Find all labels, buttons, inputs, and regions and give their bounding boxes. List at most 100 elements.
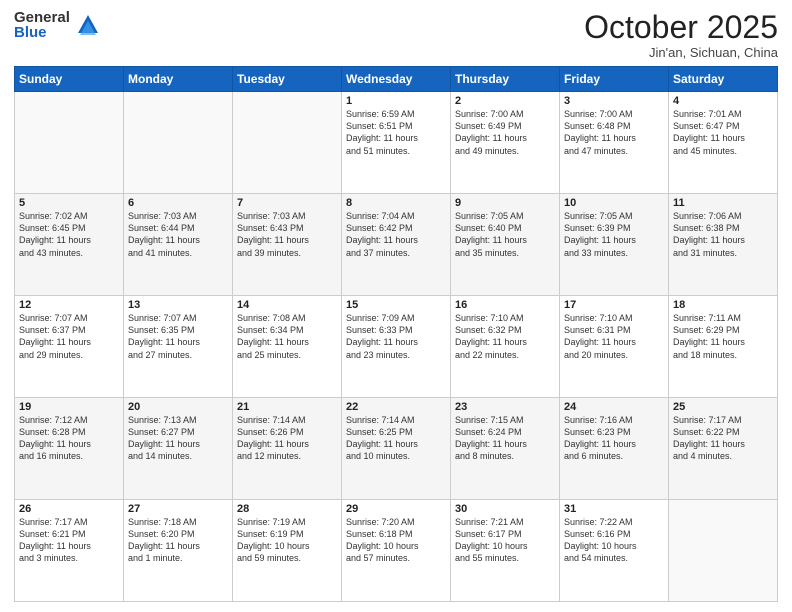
day-number: 13: [128, 299, 228, 311]
day-info: Sunrise: 7:06 AM Sunset: 6:38 PM Dayligh…: [673, 210, 773, 259]
logo-text: General Blue: [14, 10, 70, 40]
table-row: 20Sunrise: 7:13 AM Sunset: 6:27 PM Dayli…: [124, 398, 233, 500]
table-row: 13Sunrise: 7:07 AM Sunset: 6:35 PM Dayli…: [124, 296, 233, 398]
day-info: Sunrise: 7:10 AM Sunset: 6:31 PM Dayligh…: [564, 312, 664, 361]
calendar-week-row: 5Sunrise: 7:02 AM Sunset: 6:45 PM Daylig…: [15, 194, 778, 296]
table-row: 19Sunrise: 7:12 AM Sunset: 6:28 PM Dayli…: [15, 398, 124, 500]
day-info: Sunrise: 7:22 AM Sunset: 6:16 PM Dayligh…: [564, 516, 664, 565]
day-number: 30: [455, 503, 555, 515]
day-number: 29: [346, 503, 446, 515]
table-row: 16Sunrise: 7:10 AM Sunset: 6:32 PM Dayli…: [451, 296, 560, 398]
table-row: 12Sunrise: 7:07 AM Sunset: 6:37 PM Dayli…: [15, 296, 124, 398]
calendar-week-row: 1Sunrise: 6:59 AM Sunset: 6:51 PM Daylig…: [15, 92, 778, 194]
day-number: 6: [128, 197, 228, 209]
table-row: 9Sunrise: 7:05 AM Sunset: 6:40 PM Daylig…: [451, 194, 560, 296]
day-info: Sunrise: 6:59 AM Sunset: 6:51 PM Dayligh…: [346, 108, 446, 157]
table-row: 1Sunrise: 6:59 AM Sunset: 6:51 PM Daylig…: [342, 92, 451, 194]
table-row: 28Sunrise: 7:19 AM Sunset: 6:19 PM Dayli…: [233, 500, 342, 602]
day-info: Sunrise: 7:04 AM Sunset: 6:42 PM Dayligh…: [346, 210, 446, 259]
day-number: 2: [455, 95, 555, 107]
table-row: 7Sunrise: 7:03 AM Sunset: 6:43 PM Daylig…: [233, 194, 342, 296]
calendar-week-row: 26Sunrise: 7:17 AM Sunset: 6:21 PM Dayli…: [15, 500, 778, 602]
table-row: [15, 92, 124, 194]
calendar-header-row: Sunday Monday Tuesday Wednesday Thursday…: [15, 67, 778, 92]
col-tuesday: Tuesday: [233, 67, 342, 92]
page-container: General Blue October 2025 Jin'an, Sichua…: [0, 0, 792, 612]
day-number: 23: [455, 401, 555, 413]
day-number: 7: [237, 197, 337, 209]
col-wednesday: Wednesday: [342, 67, 451, 92]
table-row: 27Sunrise: 7:18 AM Sunset: 6:20 PM Dayli…: [124, 500, 233, 602]
calendar-table: Sunday Monday Tuesday Wednesday Thursday…: [14, 66, 778, 602]
day-info: Sunrise: 7:07 AM Sunset: 6:35 PM Dayligh…: [128, 312, 228, 361]
day-info: Sunrise: 7:14 AM Sunset: 6:26 PM Dayligh…: [237, 414, 337, 463]
day-info: Sunrise: 7:18 AM Sunset: 6:20 PM Dayligh…: [128, 516, 228, 565]
col-sunday: Sunday: [15, 67, 124, 92]
day-number: 31: [564, 503, 664, 515]
day-number: 4: [673, 95, 773, 107]
table-row: 8Sunrise: 7:04 AM Sunset: 6:42 PM Daylig…: [342, 194, 451, 296]
table-row: 25Sunrise: 7:17 AM Sunset: 6:22 PM Dayli…: [669, 398, 778, 500]
day-number: 11: [673, 197, 773, 209]
calendar-body: 1Sunrise: 6:59 AM Sunset: 6:51 PM Daylig…: [15, 92, 778, 602]
table-row: 3Sunrise: 7:00 AM Sunset: 6:48 PM Daylig…: [560, 92, 669, 194]
day-number: 20: [128, 401, 228, 413]
logo-general: General: [14, 10, 70, 25]
day-info: Sunrise: 7:09 AM Sunset: 6:33 PM Dayligh…: [346, 312, 446, 361]
day-number: 14: [237, 299, 337, 311]
day-info: Sunrise: 7:17 AM Sunset: 6:21 PM Dayligh…: [19, 516, 119, 565]
table-row: [124, 92, 233, 194]
day-number: 27: [128, 503, 228, 515]
table-row: 2Sunrise: 7:00 AM Sunset: 6:49 PM Daylig…: [451, 92, 560, 194]
day-number: 12: [19, 299, 119, 311]
table-row: 15Sunrise: 7:09 AM Sunset: 6:33 PM Dayli…: [342, 296, 451, 398]
day-info: Sunrise: 7:00 AM Sunset: 6:48 PM Dayligh…: [564, 108, 664, 157]
day-info: Sunrise: 7:20 AM Sunset: 6:18 PM Dayligh…: [346, 516, 446, 565]
table-row: 14Sunrise: 7:08 AM Sunset: 6:34 PM Dayli…: [233, 296, 342, 398]
col-saturday: Saturday: [669, 67, 778, 92]
day-info: Sunrise: 7:05 AM Sunset: 6:39 PM Dayligh…: [564, 210, 664, 259]
day-info: Sunrise: 7:02 AM Sunset: 6:45 PM Dayligh…: [19, 210, 119, 259]
table-row: 26Sunrise: 7:17 AM Sunset: 6:21 PM Dayli…: [15, 500, 124, 602]
logo-blue: Blue: [14, 25, 70, 40]
table-row: 18Sunrise: 7:11 AM Sunset: 6:29 PM Dayli…: [669, 296, 778, 398]
col-thursday: Thursday: [451, 67, 560, 92]
day-number: 3: [564, 95, 664, 107]
day-info: Sunrise: 7:12 AM Sunset: 6:28 PM Dayligh…: [19, 414, 119, 463]
day-info: Sunrise: 7:17 AM Sunset: 6:22 PM Dayligh…: [673, 414, 773, 463]
calendar-week-row: 19Sunrise: 7:12 AM Sunset: 6:28 PM Dayli…: [15, 398, 778, 500]
logo-icon: [74, 11, 102, 39]
table-row: 17Sunrise: 7:10 AM Sunset: 6:31 PM Dayli…: [560, 296, 669, 398]
day-info: Sunrise: 7:00 AM Sunset: 6:49 PM Dayligh…: [455, 108, 555, 157]
day-info: Sunrise: 7:16 AM Sunset: 6:23 PM Dayligh…: [564, 414, 664, 463]
day-number: 24: [564, 401, 664, 413]
day-info: Sunrise: 7:13 AM Sunset: 6:27 PM Dayligh…: [128, 414, 228, 463]
day-number: 21: [237, 401, 337, 413]
table-row: 5Sunrise: 7:02 AM Sunset: 6:45 PM Daylig…: [15, 194, 124, 296]
day-number: 9: [455, 197, 555, 209]
day-number: 16: [455, 299, 555, 311]
header: General Blue October 2025 Jin'an, Sichua…: [14, 10, 778, 60]
table-row: 4Sunrise: 7:01 AM Sunset: 6:47 PM Daylig…: [669, 92, 778, 194]
table-row: 6Sunrise: 7:03 AM Sunset: 6:44 PM Daylig…: [124, 194, 233, 296]
day-number: 26: [19, 503, 119, 515]
table-row: 31Sunrise: 7:22 AM Sunset: 6:16 PM Dayli…: [560, 500, 669, 602]
month-title: October 2025: [584, 10, 778, 45]
day-number: 28: [237, 503, 337, 515]
day-number: 5: [19, 197, 119, 209]
col-monday: Monday: [124, 67, 233, 92]
day-number: 10: [564, 197, 664, 209]
table-row: [233, 92, 342, 194]
location-subtitle: Jin'an, Sichuan, China: [584, 45, 778, 60]
day-info: Sunrise: 7:08 AM Sunset: 6:34 PM Dayligh…: [237, 312, 337, 361]
day-info: Sunrise: 7:21 AM Sunset: 6:17 PM Dayligh…: [455, 516, 555, 565]
day-info: Sunrise: 7:15 AM Sunset: 6:24 PM Dayligh…: [455, 414, 555, 463]
calendar-week-row: 12Sunrise: 7:07 AM Sunset: 6:37 PM Dayli…: [15, 296, 778, 398]
day-number: 1: [346, 95, 446, 107]
day-info: Sunrise: 7:11 AM Sunset: 6:29 PM Dayligh…: [673, 312, 773, 361]
day-info: Sunrise: 7:07 AM Sunset: 6:37 PM Dayligh…: [19, 312, 119, 361]
table-row: 11Sunrise: 7:06 AM Sunset: 6:38 PM Dayli…: [669, 194, 778, 296]
day-info: Sunrise: 7:01 AM Sunset: 6:47 PM Dayligh…: [673, 108, 773, 157]
day-number: 22: [346, 401, 446, 413]
day-number: 19: [19, 401, 119, 413]
